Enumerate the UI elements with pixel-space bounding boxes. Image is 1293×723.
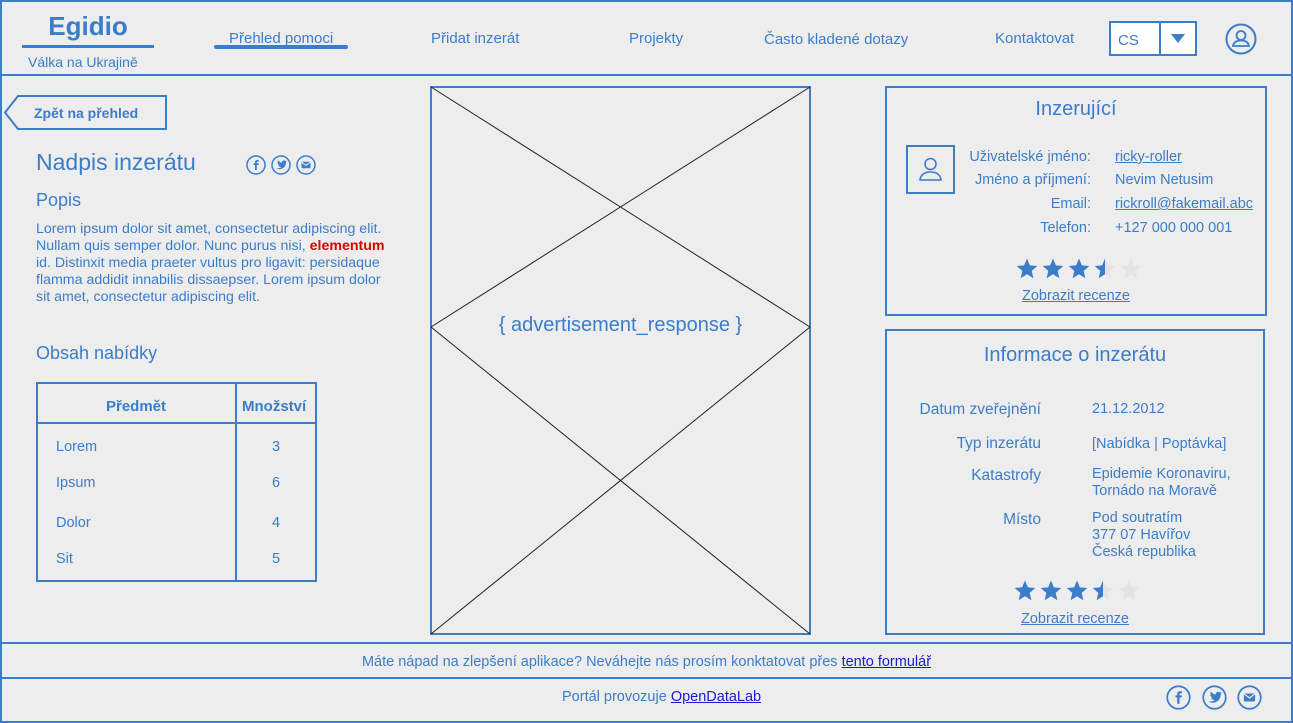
user-account-icon[interactable] <box>1225 23 1257 55</box>
username-link[interactable]: ricky-roller <box>1115 149 1182 166</box>
feedback-bar: Máte nápad na zlepšení aplikace? Neváhej… <box>0 642 1293 679</box>
type-value: [Nabídka | Poptávka] <box>1092 436 1227 452</box>
label-type: Typ inzerátu <box>956 435 1041 452</box>
email-icon[interactable] <box>1237 685 1262 710</box>
star-icon <box>1039 579 1063 603</box>
table-header-item: Předmět <box>106 398 167 415</box>
twitter-icon[interactable] <box>1202 685 1227 710</box>
place-line: 377 07 Havířov <box>1092 527 1191 543</box>
email-link[interactable]: rickroll@fakemail.abc <box>1115 196 1253 213</box>
operator-link[interactable]: OpenDataLab <box>671 689 761 705</box>
label-disasters: Katastrofy <box>971 467 1041 484</box>
nav-item-add-ad[interactable]: Přidat inzerát <box>431 30 519 47</box>
table-cell-qty: 3 <box>272 439 281 455</box>
full-name-value: Nevim Netusim <box>1115 172 1214 188</box>
star-icon <box>1091 579 1115 603</box>
star-icon <box>1117 579 1141 603</box>
back-button-label: Zpět na přehled <box>34 105 139 121</box>
header: Egidio Válka na Ukrajině Přehled pomoci … <box>0 0 1293 76</box>
table-cell-item: Dolor <box>56 515 91 531</box>
table-cell-item: Ipsum <box>56 475 96 491</box>
feedback-label: Máte nápad na zlepšení aplikace? Neváhej… <box>361 654 842 670</box>
advertiser-title: Inzerující <box>1035 98 1117 120</box>
label-email: Email: <box>1050 196 1091 212</box>
advertiser-reviews-link[interactable]: Zobrazit recenze <box>1022 288 1130 305</box>
nav-item-projects[interactable]: Projekty <box>629 30 683 47</box>
star-icon <box>1119 257 1143 281</box>
star-icon <box>1015 257 1039 281</box>
logo-underline <box>22 45 154 48</box>
description-text-2: id. Distinxit media praeter vultus pro l… <box>36 255 381 305</box>
nav-item-faq[interactable]: Často kladené dotazy <box>764 31 908 48</box>
ad-info-panel: Informace o inzerátu Datum zveřejnění Ty… <box>885 329 1265 635</box>
table-cell-qty: 5 <box>272 551 281 567</box>
feedback-form-link[interactable]: tento formulář <box>842 654 931 670</box>
table-header-divider <box>38 422 315 424</box>
facebook-icon[interactable] <box>1166 685 1191 710</box>
place-line: Česká republika <box>1092 544 1196 560</box>
back-to-overview-button[interactable]: Zpět na přehled <box>3 95 168 130</box>
label-phone: Telefon: <box>1040 220 1091 236</box>
phone-value: +127 000 000 001 <box>1115 220 1233 236</box>
star-icon <box>1013 579 1037 603</box>
ad-reviews-link[interactable]: Zobrazit recenze <box>1021 611 1129 628</box>
chevron-down-icon[interactable] <box>1161 23 1195 54</box>
avatar <box>906 145 955 194</box>
operator-text: Portál provozuje OpenDataLab <box>562 689 761 705</box>
offer-heading: Obsah nabídky <box>36 343 158 363</box>
ad-title: Nadpis inzerátu <box>36 149 196 175</box>
star-icon <box>1041 257 1065 281</box>
facebook-icon[interactable] <box>246 155 266 175</box>
label-place: Místo <box>1003 511 1041 528</box>
ad-description: Lorem ipsum dolor sit amet, consectetur … <box>36 221 396 306</box>
nav-item-contact[interactable]: Kontaktovat <box>995 30 1074 47</box>
date-value: 21.12.2012 <box>1092 401 1165 417</box>
label-full-name: Jméno a příjmení: <box>974 172 1091 188</box>
table-divider <box>235 384 237 580</box>
table-header-quantity: Množství <box>242 398 307 415</box>
star-icon <box>1093 257 1117 281</box>
star-icon <box>1067 257 1091 281</box>
ad-info-title: Informace o inzerátu <box>983 344 1167 366</box>
operator-label: Portál provozuje <box>562 689 671 705</box>
logo[interactable]: Egidio <box>22 10 154 48</box>
label-username: Uživatelské jméno: <box>969 149 1091 165</box>
advertiser-rating <box>1015 257 1143 281</box>
logo-title: Egidio <box>48 11 128 41</box>
offer-table: Předmět Množství Lorem 3 Ipsum 6 Dolor 4… <box>36 382 317 582</box>
disaster-value: Epidemie Koronaviru, <box>1092 466 1231 482</box>
twitter-icon[interactable] <box>271 155 291 175</box>
image-placeholder-label: { advertisement_response } <box>498 314 743 336</box>
image-placeholder: { advertisement_response } <box>430 86 811 635</box>
description-heading: Popis <box>36 190 82 210</box>
logo-subtitle: Válka na Ukrajině <box>28 54 138 70</box>
label-date: Datum zveřejnění <box>919 401 1041 418</box>
star-icon <box>1065 579 1089 603</box>
nav-active-indicator <box>214 45 348 49</box>
disaster-value: Tornádo na Moravě <box>1092 483 1217 499</box>
table-cell-qty: 4 <box>272 515 281 531</box>
description-highlight: elementum <box>309 238 385 254</box>
language-select[interactable]: CS <box>1109 21 1197 56</box>
table-cell-qty: 6 <box>272 475 281 491</box>
feedback-text: Máte nápad na zlepšení aplikace? Neváhej… <box>0 654 1293 670</box>
place-line: Pod soutratím <box>1092 510 1183 526</box>
ad-rating <box>1013 579 1141 603</box>
table-cell-item: Sit <box>56 551 73 567</box>
advertiser-panel: Inzerující Uživatelské jméno: Jméno a př… <box>885 86 1267 316</box>
email-icon[interactable] <box>296 155 316 175</box>
language-value: CS <box>1111 23 1161 54</box>
table-cell-item: Lorem <box>56 439 98 455</box>
